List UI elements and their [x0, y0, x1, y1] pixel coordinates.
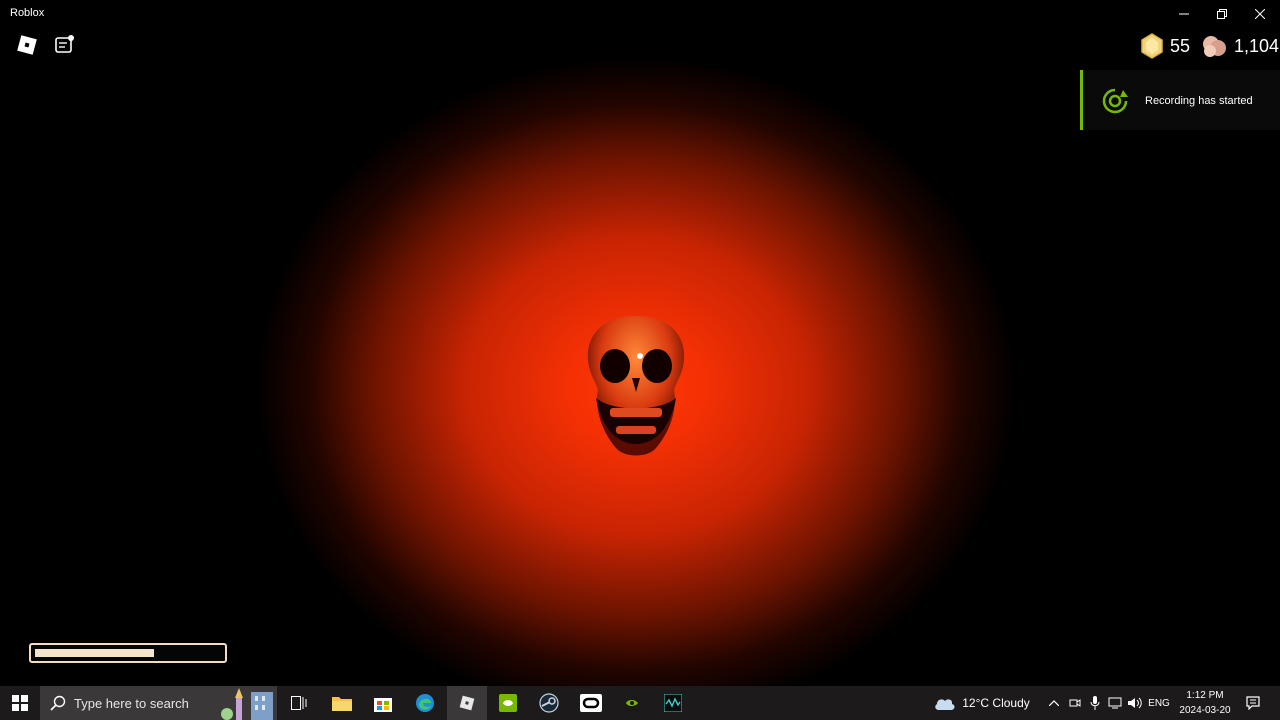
skull-entity	[587, 316, 685, 456]
tray-meet-button[interactable]	[1066, 686, 1084, 720]
windows-logo-icon	[12, 695, 28, 711]
microsoft-store-icon	[374, 698, 392, 712]
task-view-button[interactable]	[284, 686, 314, 720]
file-explorer-icon	[332, 697, 352, 711]
search-highlight-icon	[221, 688, 273, 720]
waves-icon	[664, 694, 682, 712]
language-text: ENG	[1148, 697, 1170, 709]
chevron-up-icon	[1049, 700, 1059, 706]
oculus-icon	[580, 694, 602, 712]
chat-button[interactable]	[54, 34, 76, 56]
search-icon	[50, 695, 66, 711]
close-icon	[1255, 8, 1265, 19]
windows-taskbar: Type here to search 12°C Cloudy ENG 1:12…	[0, 686, 1280, 720]
minimize-icon	[1179, 13, 1189, 14]
clock-time: 1:12 PM	[1186, 690, 1224, 701]
coin-counter: 55	[1138, 32, 1190, 60]
start-button[interactable]	[0, 686, 40, 720]
task-view-icon	[291, 696, 307, 710]
health-bar	[29, 643, 227, 663]
restore-icon	[1217, 8, 1227, 19]
clock-date: 2024-03-20	[1179, 705, 1231, 716]
gem-count: 1,104	[1234, 35, 1280, 56]
language-indicator[interactable]: ENG	[1146, 686, 1172, 720]
coin-icon	[1141, 33, 1163, 59]
roblox-logo-icon	[17, 35, 37, 55]
edge-button[interactable]	[409, 686, 441, 720]
cloud-icon	[935, 699, 955, 710]
tray-network-button[interactable]	[1105, 686, 1125, 720]
recording-text: Recording has started	[1145, 95, 1253, 107]
steam-icon	[539, 693, 559, 713]
gem-counter: 1,104	[1200, 32, 1279, 60]
volume-icon	[1128, 697, 1142, 709]
steam-button[interactable]	[533, 686, 565, 720]
gem-icon	[1203, 36, 1226, 57]
close-button[interactable]	[1242, 0, 1278, 27]
window-titlebar: Roblox	[0, 0, 1280, 27]
chat-icon	[55, 35, 74, 53]
nvidia-icon	[623, 694, 641, 712]
search-placeholder: Type here to search	[74, 695, 189, 711]
oculus-button[interactable]	[575, 686, 607, 720]
microsoft-store-button[interactable]	[367, 686, 399, 720]
nvidia-button[interactable]	[616, 686, 648, 720]
roblox-taskbar-button[interactable]	[447, 686, 487, 720]
weather-widget[interactable]: 12°C Cloudy	[930, 686, 1034, 720]
weather-text: 12°C Cloudy	[962, 696, 1030, 710]
window-title: Roblox	[10, 7, 45, 19]
geforce-experience-icon	[499, 694, 517, 712]
notifications-button[interactable]	[1242, 686, 1264, 720]
file-explorer-button[interactable]	[326, 686, 358, 720]
roblox-icon	[459, 695, 475, 711]
taskbar-search[interactable]: Type here to search	[40, 686, 277, 720]
notification-center-icon	[1246, 696, 1260, 710]
edge-icon	[416, 694, 434, 712]
geforce-experience-button[interactable]	[492, 686, 524, 720]
taskbar-clock[interactable]: 1:12 PM 2024-03-20	[1172, 688, 1238, 718]
network-icon	[1108, 697, 1122, 709]
tray-microphone-button[interactable]	[1086, 686, 1104, 720]
tray-volume-button[interactable]	[1125, 686, 1145, 720]
health-fill	[35, 649, 154, 657]
show-hidden-icons-button[interactable]	[1046, 686, 1062, 720]
waves-button[interactable]	[657, 686, 689, 720]
coin-count: 55	[1170, 35, 1191, 56]
minimize-button[interactable]	[1166, 0, 1202, 27]
restore-button[interactable]	[1204, 0, 1240, 27]
camera-icon	[1069, 699, 1081, 707]
recording-icon	[1102, 88, 1128, 114]
microphone-icon	[1090, 696, 1100, 710]
roblox-menu-button[interactable]	[16, 34, 38, 56]
recording-notification: Recording has started	[1080, 70, 1280, 130]
